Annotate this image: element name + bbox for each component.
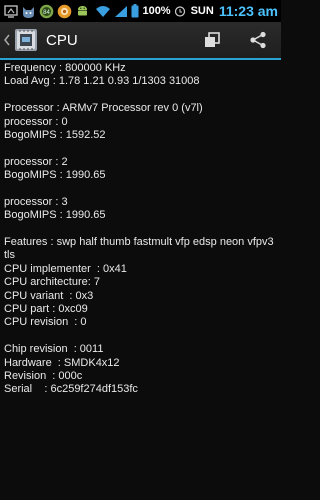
battery-icon — [131, 4, 139, 18]
cpu-part: CPU part : 0xc09 — [4, 303, 88, 316]
copy-icon — [205, 32, 220, 47]
page-title: CPU — [46, 31, 78, 49]
cpu-info-text: Frequency : 800000 KHz Load Avg : 1.78 1… — [4, 62, 280, 397]
features: Features : swp half thumb fastmult vfp e… — [4, 236, 274, 249]
share-icon — [250, 31, 266, 49]
bogomips: BogoMIPS : 1990.65 — [4, 169, 106, 182]
status-bar: 84 100% SUN 11:23 am — [0, 0, 281, 22]
cat-app-icon[interactable] — [21, 4, 36, 19]
wifi-icon — [96, 5, 111, 17]
signal-icon — [115, 5, 128, 17]
battery-percent: 100% — [142, 5, 171, 17]
status-day: SUN — [190, 5, 214, 17]
processor-name: Processor : ARMv7 Processor rev 0 (v7l) — [4, 102, 203, 115]
hardware: Hardware : SMDK4x12 — [4, 356, 120, 369]
alarm-icon — [174, 6, 185, 17]
android-debug-icon[interactable] — [3, 4, 18, 19]
action-bar-actions — [189, 22, 281, 58]
processor-id: processor : 2 — [4, 155, 68, 168]
cpu-app-icon[interactable] — [14, 28, 38, 52]
copy-button[interactable] — [189, 22, 235, 58]
processor-id: processor : 3 — [4, 195, 68, 208]
status-time: 11:23 am — [218, 3, 278, 19]
chip-revision: Chip revision : 0011 — [4, 343, 104, 356]
notification-icons: 84 — [0, 4, 90, 19]
action-bar: CPU — [0, 22, 281, 60]
browser-icon[interactable] — [57, 4, 72, 19]
svg-text:84: 84 — [43, 10, 50, 16]
cpu-implementer: CPU implementer : 0x41 — [4, 262, 127, 275]
processor-id: processor : 0 — [4, 115, 68, 128]
bogomips: BogoMIPS : 1592.52 — [4, 128, 106, 141]
bogomips: BogoMIPS : 1990.65 — [4, 209, 106, 222]
revision: Revision : 000c — [4, 369, 83, 382]
cpu-architecture: CPU architecture: 7 — [4, 276, 100, 289]
cpu-revision: CPU revision : 0 — [4, 316, 87, 329]
features-continued: tls — [4, 249, 15, 262]
speed-test-icon[interactable]: 84 — [39, 4, 54, 19]
frequency: Frequency : 800000 KHz — [4, 62, 126, 74]
android-icon[interactable] — [75, 4, 90, 19]
serial: Serial : 6c259f274df153fc — [4, 383, 138, 396]
system-status: 100% SUN 11:23 am — [95, 0, 278, 22]
share-button[interactable] — [235, 22, 281, 58]
cpu-variant: CPU variant : 0x3 — [4, 289, 94, 302]
chevron-left-icon[interactable] — [2, 22, 12, 58]
load-avg: Load Avg : 1.78 1.21 0.93 1/1303 31008 — [4, 75, 200, 88]
